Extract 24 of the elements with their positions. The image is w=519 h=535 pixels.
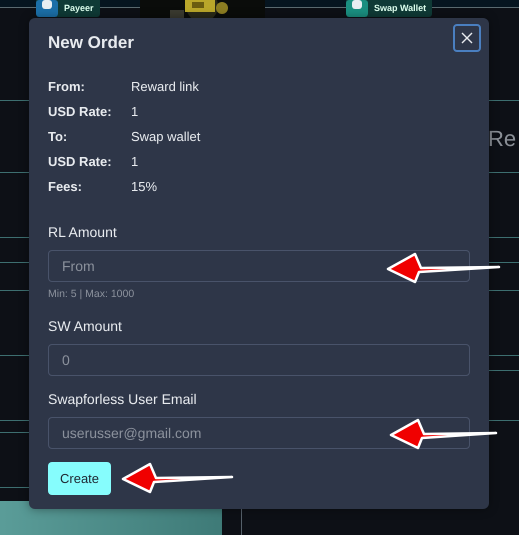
hint-text: Min: 5 | Max: 1000 bbox=[48, 287, 136, 302]
detail-value: Swap wallet bbox=[131, 128, 202, 146]
detail-label: USD Rate: bbox=[48, 103, 113, 121]
detail-value: 1 bbox=[131, 153, 140, 171]
heading-text: Re bbox=[488, 125, 516, 153]
detail-label: From: bbox=[48, 78, 86, 96]
wallet-badge: Payeer bbox=[36, 0, 100, 17]
field-label: Swapforless User Email bbox=[48, 390, 198, 409]
wallet-badge: Swap Wallet bbox=[346, 0, 432, 17]
close-button[interactable] bbox=[453, 24, 481, 52]
field-label: SW Amount bbox=[48, 316, 123, 336]
detail-value: 15% bbox=[131, 178, 158, 196]
detail-value: Reward link bbox=[131, 78, 200, 96]
input-field[interactable]: 0 bbox=[48, 344, 470, 376]
modal-title: New Order bbox=[48, 33, 134, 54]
field-label: RL Amount bbox=[48, 223, 118, 242]
create-button[interactable]: Create bbox=[48, 462, 112, 496]
detail-label: Fees: bbox=[48, 178, 83, 196]
detail-label: To: bbox=[48, 128, 68, 146]
detail-label: USD Rate: bbox=[48, 153, 113, 171]
input-field[interactable]: userusser@gmail.com bbox=[48, 416, 470, 449]
input-field[interactable]: From bbox=[48, 250, 470, 282]
close-icon bbox=[461, 32, 473, 44]
detail-value: 1 bbox=[131, 103, 140, 121]
